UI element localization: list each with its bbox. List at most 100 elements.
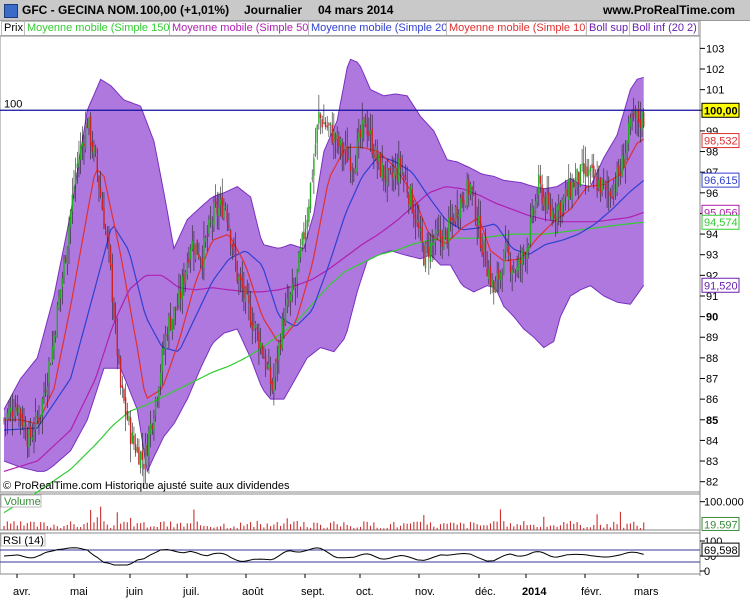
candle-body [179, 291, 182, 299]
candle-body [593, 165, 595, 179]
candle-body [433, 242, 435, 246]
candle-body [478, 215, 480, 226]
candle-body [609, 190, 612, 197]
candle-body [496, 273, 498, 280]
candle-body [583, 163, 585, 174]
candle-body [233, 244, 235, 247]
candle-body [586, 166, 588, 177]
candle-body [63, 259, 65, 277]
candle-body [111, 264, 113, 303]
candle-body [503, 251, 505, 275]
candle-body [254, 323, 257, 329]
candle-body [40, 415, 42, 418]
candle-body [13, 416, 15, 418]
candle-body [164, 334, 167, 349]
candle-body [394, 167, 397, 176]
candle-body [139, 452, 142, 468]
candle-body [31, 437, 33, 440]
candle-body [633, 111, 635, 114]
candle-body [273, 378, 275, 392]
candle-body [118, 355, 120, 359]
candle-body [229, 230, 232, 245]
candle-body [403, 175, 405, 177]
candle-body [449, 217, 452, 222]
candle-body [484, 242, 487, 266]
candle-body [366, 124, 368, 135]
candle-body [333, 131, 335, 143]
candle-body [78, 158, 80, 168]
candle-body [453, 218, 455, 225]
footnote: © ProRealTime.com Historique ajusté suit… [3, 480, 290, 492]
candle-body [298, 253, 300, 273]
candle-body [293, 286, 295, 287]
candle-body [86, 123, 88, 128]
candle-body [524, 254, 527, 260]
candle-body [153, 419, 155, 431]
candle-body [554, 215, 557, 219]
candle-body [553, 213, 555, 219]
candle-body [466, 179, 468, 206]
candle-body [113, 303, 115, 318]
candle-body [128, 416, 130, 421]
candle-body [353, 170, 355, 173]
candle-body [126, 411, 128, 420]
candle-body [521, 250, 523, 265]
candle-body [589, 167, 592, 171]
candle-body [309, 182, 312, 210]
candle-body [35, 412, 37, 430]
candle-body [26, 439, 28, 447]
volume-panel [0, 493, 701, 531]
candle-body [171, 318, 173, 332]
candle-body [643, 112, 645, 127]
month-label: févr. [581, 586, 602, 598]
candle-body [546, 194, 548, 212]
candle-body [543, 197, 545, 206]
candle-body [448, 217, 450, 243]
month-label: déc. [475, 586, 496, 598]
candle-body [539, 176, 542, 184]
candle-body [323, 122, 325, 125]
candle-body [619, 173, 622, 176]
candle-body [621, 155, 623, 176]
candle-body [479, 216, 482, 248]
candle-body [564, 188, 567, 196]
candle-body [388, 168, 390, 171]
price-tick-label: 96 [706, 188, 718, 200]
candle-body [288, 301, 290, 303]
candle-body [599, 177, 602, 194]
candle-body [364, 115, 367, 127]
price-tick-label: 85 [706, 415, 718, 427]
price-tick-label: 86 [706, 394, 718, 406]
candle-body [579, 164, 582, 186]
candle-body [213, 202, 215, 227]
candle-body [581, 163, 583, 166]
rsi-tick-label: 0 [704, 566, 710, 578]
candle-body [228, 225, 230, 228]
candle-body [264, 355, 267, 370]
candle-body [68, 226, 70, 248]
candle-body [556, 206, 558, 223]
candle-body [43, 392, 45, 396]
candle-body [441, 236, 443, 247]
candle-body [419, 228, 422, 231]
candle-body [261, 345, 263, 355]
candle-body [528, 245, 530, 251]
candle-body [219, 199, 222, 206]
candle-body [356, 140, 358, 172]
candle-body [176, 307, 178, 309]
candle-body [159, 372, 162, 386]
candle-body [191, 240, 193, 250]
candle-body [204, 237, 207, 242]
candle-body [208, 219, 210, 234]
candle-body [284, 305, 287, 324]
candle-body [156, 399, 158, 402]
candle-body [20, 408, 22, 418]
price-tick-label: 102 [706, 64, 724, 76]
candle-body [601, 178, 603, 191]
candle-body [578, 172, 580, 185]
candle-body [424, 243, 427, 269]
candle-body [119, 357, 122, 388]
candle-body [396, 168, 398, 180]
candle-body [321, 119, 323, 128]
candle-body [79, 146, 82, 160]
